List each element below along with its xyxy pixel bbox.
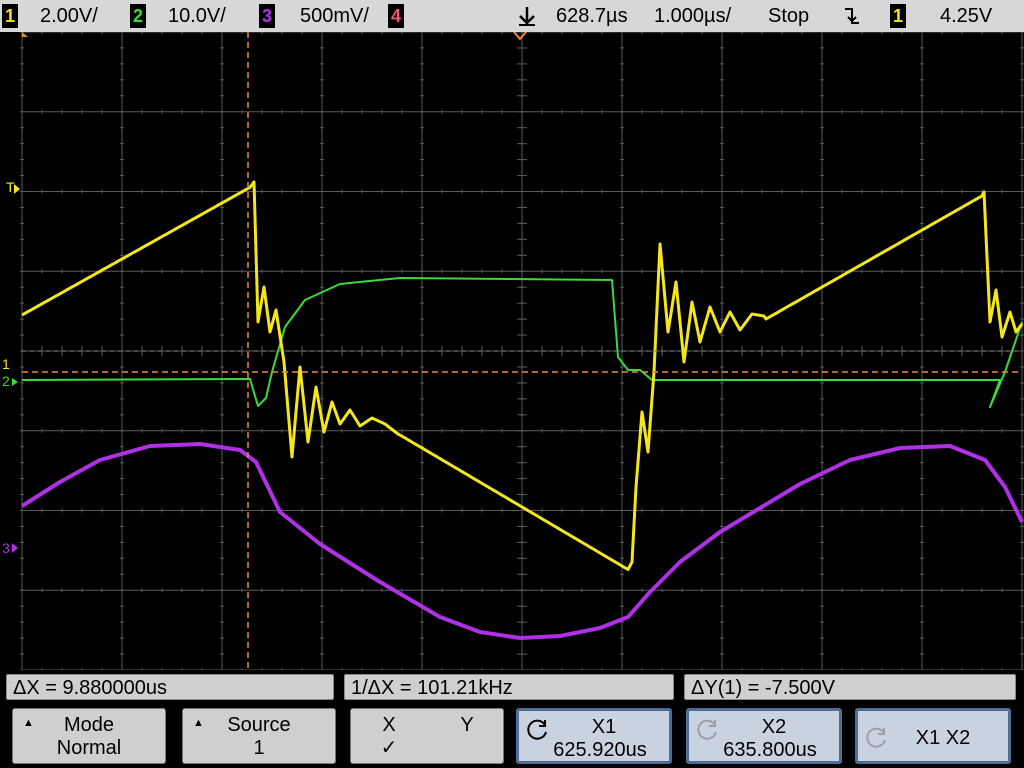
delay-marker-icon bbox=[516, 4, 538, 28]
inverse-delta-x-readout: 1/ΔX = 101.21kHz bbox=[344, 674, 674, 700]
y-option: Y bbox=[460, 714, 474, 736]
trigger-level[interactable]: 4.25V bbox=[940, 4, 992, 28]
channel2-scale[interactable]: 10.0V/ bbox=[168, 4, 226, 28]
x2-value: 635.800us bbox=[723, 739, 817, 761]
run-state[interactable]: Stop bbox=[768, 4, 809, 28]
x-option: X bbox=[382, 714, 396, 736]
timebase-scale[interactable]: 1.000µs/ bbox=[654, 4, 731, 28]
source-value: 1 bbox=[253, 737, 265, 759]
channel3-ground-marker: 3 bbox=[2, 540, 10, 556]
channel2-ground-marker: 2 bbox=[2, 373, 10, 389]
x1-x2-softkey[interactable]: X1 X2 bbox=[855, 708, 1011, 764]
waveform-canvas: T 1 2 3 bbox=[2, 32, 1024, 670]
xy-softkey[interactable]: X Y ✓ bbox=[350, 708, 504, 764]
x2-title: X2 bbox=[761, 716, 787, 738]
x1-x2-title: X1 X2 bbox=[915, 727, 971, 749]
delta-y-readout: ΔY(1) = -7.500V bbox=[684, 674, 1016, 700]
left-marker-icon bbox=[22, 32, 28, 37]
status-bar: 1 2.00V/ 2 10.0V/ 3 500mV/ 4 628.7µs 1.0… bbox=[0, 0, 1024, 32]
x1-value: 625.920us bbox=[553, 739, 647, 761]
x1-cursor-softkey[interactable]: X1 625.920us bbox=[516, 708, 672, 764]
trigger-source[interactable]: 1 bbox=[890, 4, 906, 28]
source-softkey[interactable]: ▲ Source 1 bbox=[182, 708, 336, 764]
channel1-indicator[interactable]: 1 bbox=[2, 4, 18, 28]
channel1-ground-marker: 1 bbox=[2, 356, 10, 372]
x-selected-check-icon: ✓ bbox=[380, 737, 398, 759]
mode-value: Normal bbox=[56, 737, 122, 759]
trigger-level-arrow-icon bbox=[14, 184, 20, 194]
channel1-scale[interactable]: 2.00V/ bbox=[40, 4, 98, 28]
waveform-display[interactable]: T 1 2 3 bbox=[0, 32, 1024, 670]
channel3-scale[interactable]: 500mV/ bbox=[300, 4, 369, 28]
softkey-menu: ▲ Mode Normal ▲ Source 1 X Y ✓ X1 625.92… bbox=[0, 702, 1024, 768]
trigger-position-marker-icon bbox=[513, 32, 527, 41]
channel3-arrow-icon bbox=[12, 543, 18, 553]
x1-title: X1 bbox=[591, 716, 617, 738]
channel4-indicator[interactable]: 4 bbox=[388, 4, 404, 28]
channel3-indicator[interactable]: 3 bbox=[259, 4, 275, 28]
delta-x-readout: ΔX = 9.880000us bbox=[6, 674, 334, 700]
channel2-arrow-icon bbox=[12, 378, 18, 386]
channel2-indicator[interactable]: 2 bbox=[130, 4, 146, 28]
source-title: Source bbox=[227, 714, 291, 736]
horizontal-delay[interactable]: 628.7µs bbox=[556, 4, 628, 28]
mode-softkey[interactable]: ▲ Mode Normal bbox=[12, 708, 166, 764]
x2-cursor-softkey[interactable]: X2 635.800us bbox=[686, 708, 842, 764]
cursor-readouts: ΔX = 9.880000us 1/ΔX = 101.21kHz ΔY(1) =… bbox=[0, 672, 1024, 702]
trigger-level-marker: T bbox=[6, 179, 15, 195]
falling-edge-icon bbox=[842, 5, 862, 29]
mode-title: Mode bbox=[63, 714, 115, 736]
